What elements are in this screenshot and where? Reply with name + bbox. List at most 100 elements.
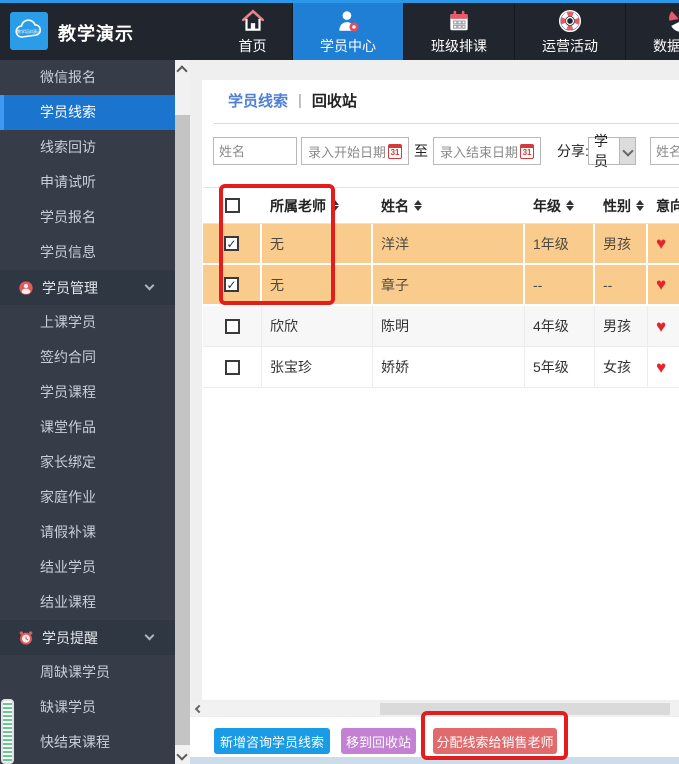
sidebar-item-leave-makeup[interactable]: 请假补课 <box>0 515 175 550</box>
row-checkbox[interactable] <box>224 277 239 292</box>
cell-teacher: 欣欣 <box>262 306 373 346</box>
filter-bar: 录入开始日期 31 至 录入结束日期 31 分享: 学员 <box>202 137 679 165</box>
col-name[interactable]: 姓名 <box>381 196 409 216</box>
sort-icon[interactable] <box>566 200 574 211</box>
sidebar-scrollbar-thumb[interactable] <box>175 115 190 745</box>
row-checkbox[interactable] <box>225 319 240 334</box>
select-all-checkbox[interactable] <box>225 198 240 213</box>
sidebar-item-student-signup[interactable]: 学员报名 <box>0 200 175 235</box>
sidebar-item-parent-binding[interactable]: 家长绑定 <box>0 445 175 480</box>
scroll-left-icon[interactable] <box>195 705 203 713</box>
sidebar-item-student-leads[interactable]: 学员线索 <box>0 95 175 130</box>
tab-recycle-bin[interactable]: 回收站 <box>312 90 357 111</box>
bottom-edge-strip <box>190 757 679 764</box>
cell-gender: 男孩 <box>595 224 648 263</box>
sidebar-item-wechat-signup[interactable]: 微信报名 <box>0 60 175 95</box>
heart-icon: ♥ <box>656 318 666 335</box>
sidebar-item-absent-students[interactable]: 缺课学员 <box>0 690 175 725</box>
class-schedule-icon <box>446 8 472 34</box>
student-center-icon <box>335 8 361 34</box>
name2-filter-input[interactable] <box>650 137 679 165</box>
sidebar-section-label: 学员提醒 <box>42 628 98 648</box>
nav-class-schedule[interactable]: 班级排课 <box>403 3 514 60</box>
assign-leads-button[interactable]: 分配线索给销售老师 <box>433 728 557 754</box>
sidebar-item-homework[interactable]: 家庭作业 <box>0 480 175 515</box>
row-checkbox[interactable] <box>224 236 239 251</box>
cell-grade: 5年级 <box>525 347 595 387</box>
striped-widget <box>1 699 14 764</box>
nav-home[interactable]: 首页 <box>213 3 292 60</box>
cell-grade: 4年级 <box>525 306 595 346</box>
pie-chart-icon <box>668 8 679 34</box>
sort-icon[interactable] <box>636 200 644 211</box>
cloud-logo-icon: 教学培训演示 <box>14 18 44 44</box>
nav-operations-label: 运营活动 <box>542 36 598 56</box>
cell-name: 洋洋 <box>373 224 525 263</box>
leads-table: 所属老师 姓名 年级 性别 意向 无 洋洋 1年级 男孩 ♥ 无 章子 -- -… <box>203 187 679 388</box>
nav-data-statistics[interactable]: 数据统计 <box>625 3 679 60</box>
table-row[interactable]: 无 章子 -- -- ♥ <box>203 265 679 306</box>
calendar-icon[interactable]: 31 <box>388 144 402 159</box>
share-label: 分享: <box>557 137 589 165</box>
table-row[interactable]: 无 洋洋 1年级 男孩 ♥ <box>203 224 679 265</box>
horizontal-scrollbar-thumb[interactable] <box>380 703 670 715</box>
cell-gender: -- <box>595 265 648 304</box>
select-arrow-icon[interactable] <box>619 138 635 164</box>
sidebar-item-ending-courses[interactable]: 快结束课程 <box>0 725 175 760</box>
sidebar-item-class-works[interactable]: 课堂作品 <box>0 410 175 445</box>
sidebar-section-student-management[interactable]: 学员管理 <box>0 270 175 305</box>
scroll-up-icon[interactable] <box>176 65 187 76</box>
sidebar-item-weekly-absent[interactable]: 周缺课学员 <box>0 655 175 690</box>
end-date-input[interactable]: 录入结束日期 31 <box>433 137 541 165</box>
sidebar-item-finished-courses[interactable]: 结业课程 <box>0 585 175 620</box>
calendar-icon[interactable]: 31 <box>520 144 534 159</box>
sidebar-section-label: 学员管理 <box>42 278 98 298</box>
table-row[interactable]: 张宝珍 娇娇 5年级 女孩 ♥ <box>203 347 679 388</box>
to-label: 至 <box>414 137 428 165</box>
cell-name: 娇娇 <box>373 347 525 387</box>
sidebar-item-attending-students[interactable]: 上课学员 <box>0 305 175 340</box>
app-title: 教学演示 <box>58 20 134 46</box>
sidebar-item-lead-followup[interactable]: 线索回访 <box>0 130 175 165</box>
start-date-placeholder: 录入开始日期 <box>308 142 386 161</box>
share-select[interactable]: 学员 <box>588 137 636 165</box>
sidebar-item-graduated-students[interactable]: 结业学员 <box>0 550 175 585</box>
tab-separator: | <box>298 92 302 109</box>
content-tabs: 学员线索 | 回收站 <box>228 90 357 111</box>
horizontal-scrollbar[interactable] <box>190 702 679 716</box>
sidebar-section-student-reminder[interactable]: 学员提醒 <box>0 620 175 655</box>
cell-teacher: 无 <box>262 224 373 263</box>
add-lead-button[interactable]: 新增咨询学员线索 <box>214 728 330 754</box>
cell-teacher: 张宝珍 <box>262 347 373 387</box>
heart-icon: ♥ <box>656 276 666 293</box>
nav-home-label: 首页 <box>239 36 267 56</box>
sidebar-scrollbar[interactable] <box>175 60 190 764</box>
sidebar-item-student-courses[interactable]: 学员课程 <box>0 375 175 410</box>
cell-grade: 1年级 <box>525 224 595 263</box>
sidebar-item-trial-request[interactable]: 申请试听 <box>0 165 175 200</box>
row-checkbox[interactable] <box>225 360 240 375</box>
nav-operations[interactable]: 运营活动 <box>514 3 625 60</box>
nav-student-center-label: 学员中心 <box>320 36 376 56</box>
heart-icon: ♥ <box>656 359 666 376</box>
col-gender[interactable]: 性别 <box>603 196 631 216</box>
scroll-down-icon[interactable] <box>176 749 187 760</box>
sidebar-item-signed-contracts[interactable]: 签约合同 <box>0 340 175 375</box>
table-header-row: 所属老师 姓名 年级 性别 意向 <box>203 188 679 224</box>
col-grade[interactable]: 年级 <box>533 196 561 216</box>
cell-gender: 女孩 <box>595 347 648 387</box>
col-teacher[interactable]: 所属老师 <box>270 196 326 216</box>
cell-name: 章子 <box>373 265 525 304</box>
home-icon <box>240 8 266 34</box>
start-date-input[interactable]: 录入开始日期 31 <box>301 137 409 165</box>
tab-student-leads[interactable]: 学员线索 <box>228 90 288 111</box>
sidebar-item-student-info[interactable]: 学员信息 <box>0 235 175 270</box>
sort-icon[interactable] <box>414 200 422 211</box>
move-to-recycle-button[interactable]: 移到回收站 <box>341 728 416 754</box>
table-row[interactable]: 欣欣 陈明 4年级 男孩 ♥ <box>203 306 679 347</box>
col-intent[interactable]: 意向 <box>656 196 679 216</box>
nav-student-center[interactable]: 学员中心 <box>292 3 403 60</box>
name-filter-input[interactable] <box>213 137 297 165</box>
sort-icon[interactable] <box>331 200 339 211</box>
alarm-clock-icon <box>18 630 34 646</box>
